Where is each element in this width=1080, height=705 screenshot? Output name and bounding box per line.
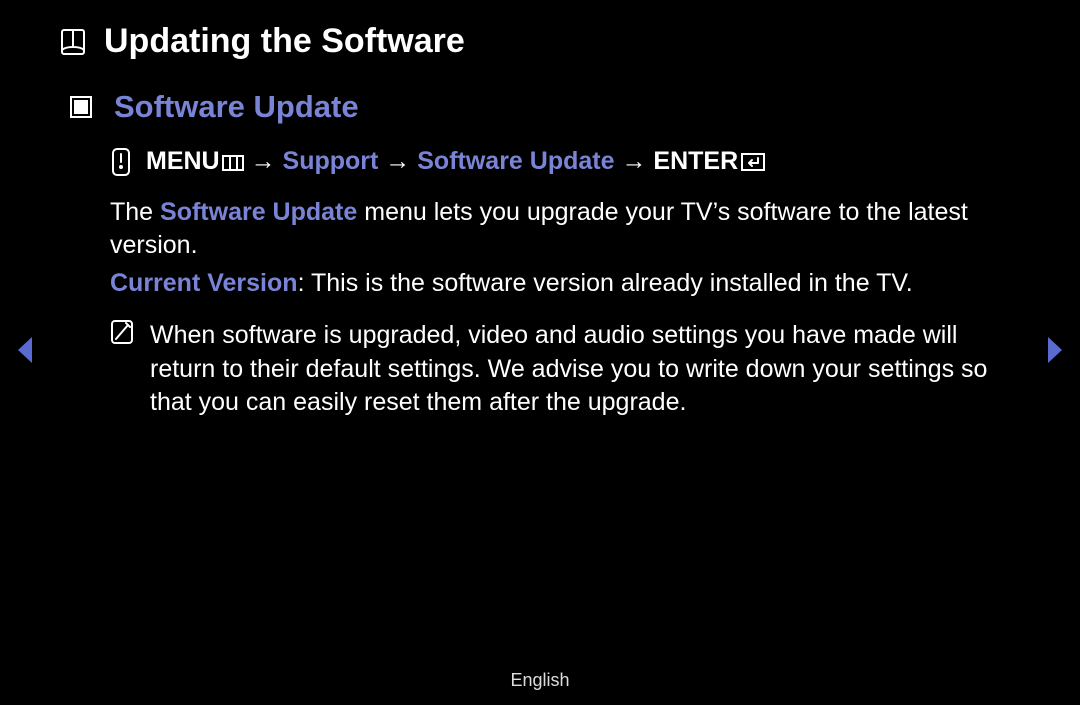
footer-language: English — [0, 670, 1080, 691]
remote-hand-icon — [110, 148, 132, 176]
prev-page-button[interactable] — [14, 335, 36, 365]
note-text: When software is upgraded, video and aud… — [150, 319, 1020, 420]
menu-glyph-icon — [222, 147, 244, 180]
nav-software-update-label: Software Update — [417, 147, 614, 175]
description-text: The Software Update menu lets you upgrad… — [110, 196, 1020, 264]
note-icon — [110, 319, 134, 420]
description-em: Software Update — [160, 198, 357, 226]
nav-enter-label: ENTER — [653, 147, 738, 175]
nav-path-text: MENU → Support → Software Update → ENTER — [146, 145, 765, 180]
arrow-sep-2: → — [385, 147, 417, 175]
enter-glyph-icon — [741, 147, 765, 180]
section-title-row: Software Update — [70, 89, 1020, 125]
current-version-text: Current Version: This is the software ve… — [110, 267, 1020, 301]
book-icon — [60, 28, 86, 56]
nav-path-row: MENU → Support → Software Update → ENTER — [110, 145, 1020, 180]
section-title: Software Update — [114, 89, 359, 125]
page-title: Updating the Software — [104, 22, 465, 61]
arrow-sep-3: → — [621, 147, 653, 175]
current-version-label: Current Version — [110, 269, 298, 297]
current-version-body: : This is the software version already i… — [298, 269, 913, 297]
note-row: When software is upgraded, video and aud… — [110, 319, 1020, 420]
next-page-button[interactable] — [1044, 335, 1066, 365]
nav-support-label: Support — [283, 147, 379, 175]
nav-menu-label: MENU — [146, 147, 220, 175]
description-pre: The — [110, 198, 160, 226]
square-bullet-icon — [70, 96, 92, 118]
content-area: Updating the Software Software Update ME… — [0, 0, 1080, 420]
body-block: MENU → Support → Software Update → ENTER — [110, 145, 1020, 420]
arrow-sep-1: → — [251, 147, 283, 175]
page-title-row: Updating the Software — [60, 22, 1020, 61]
